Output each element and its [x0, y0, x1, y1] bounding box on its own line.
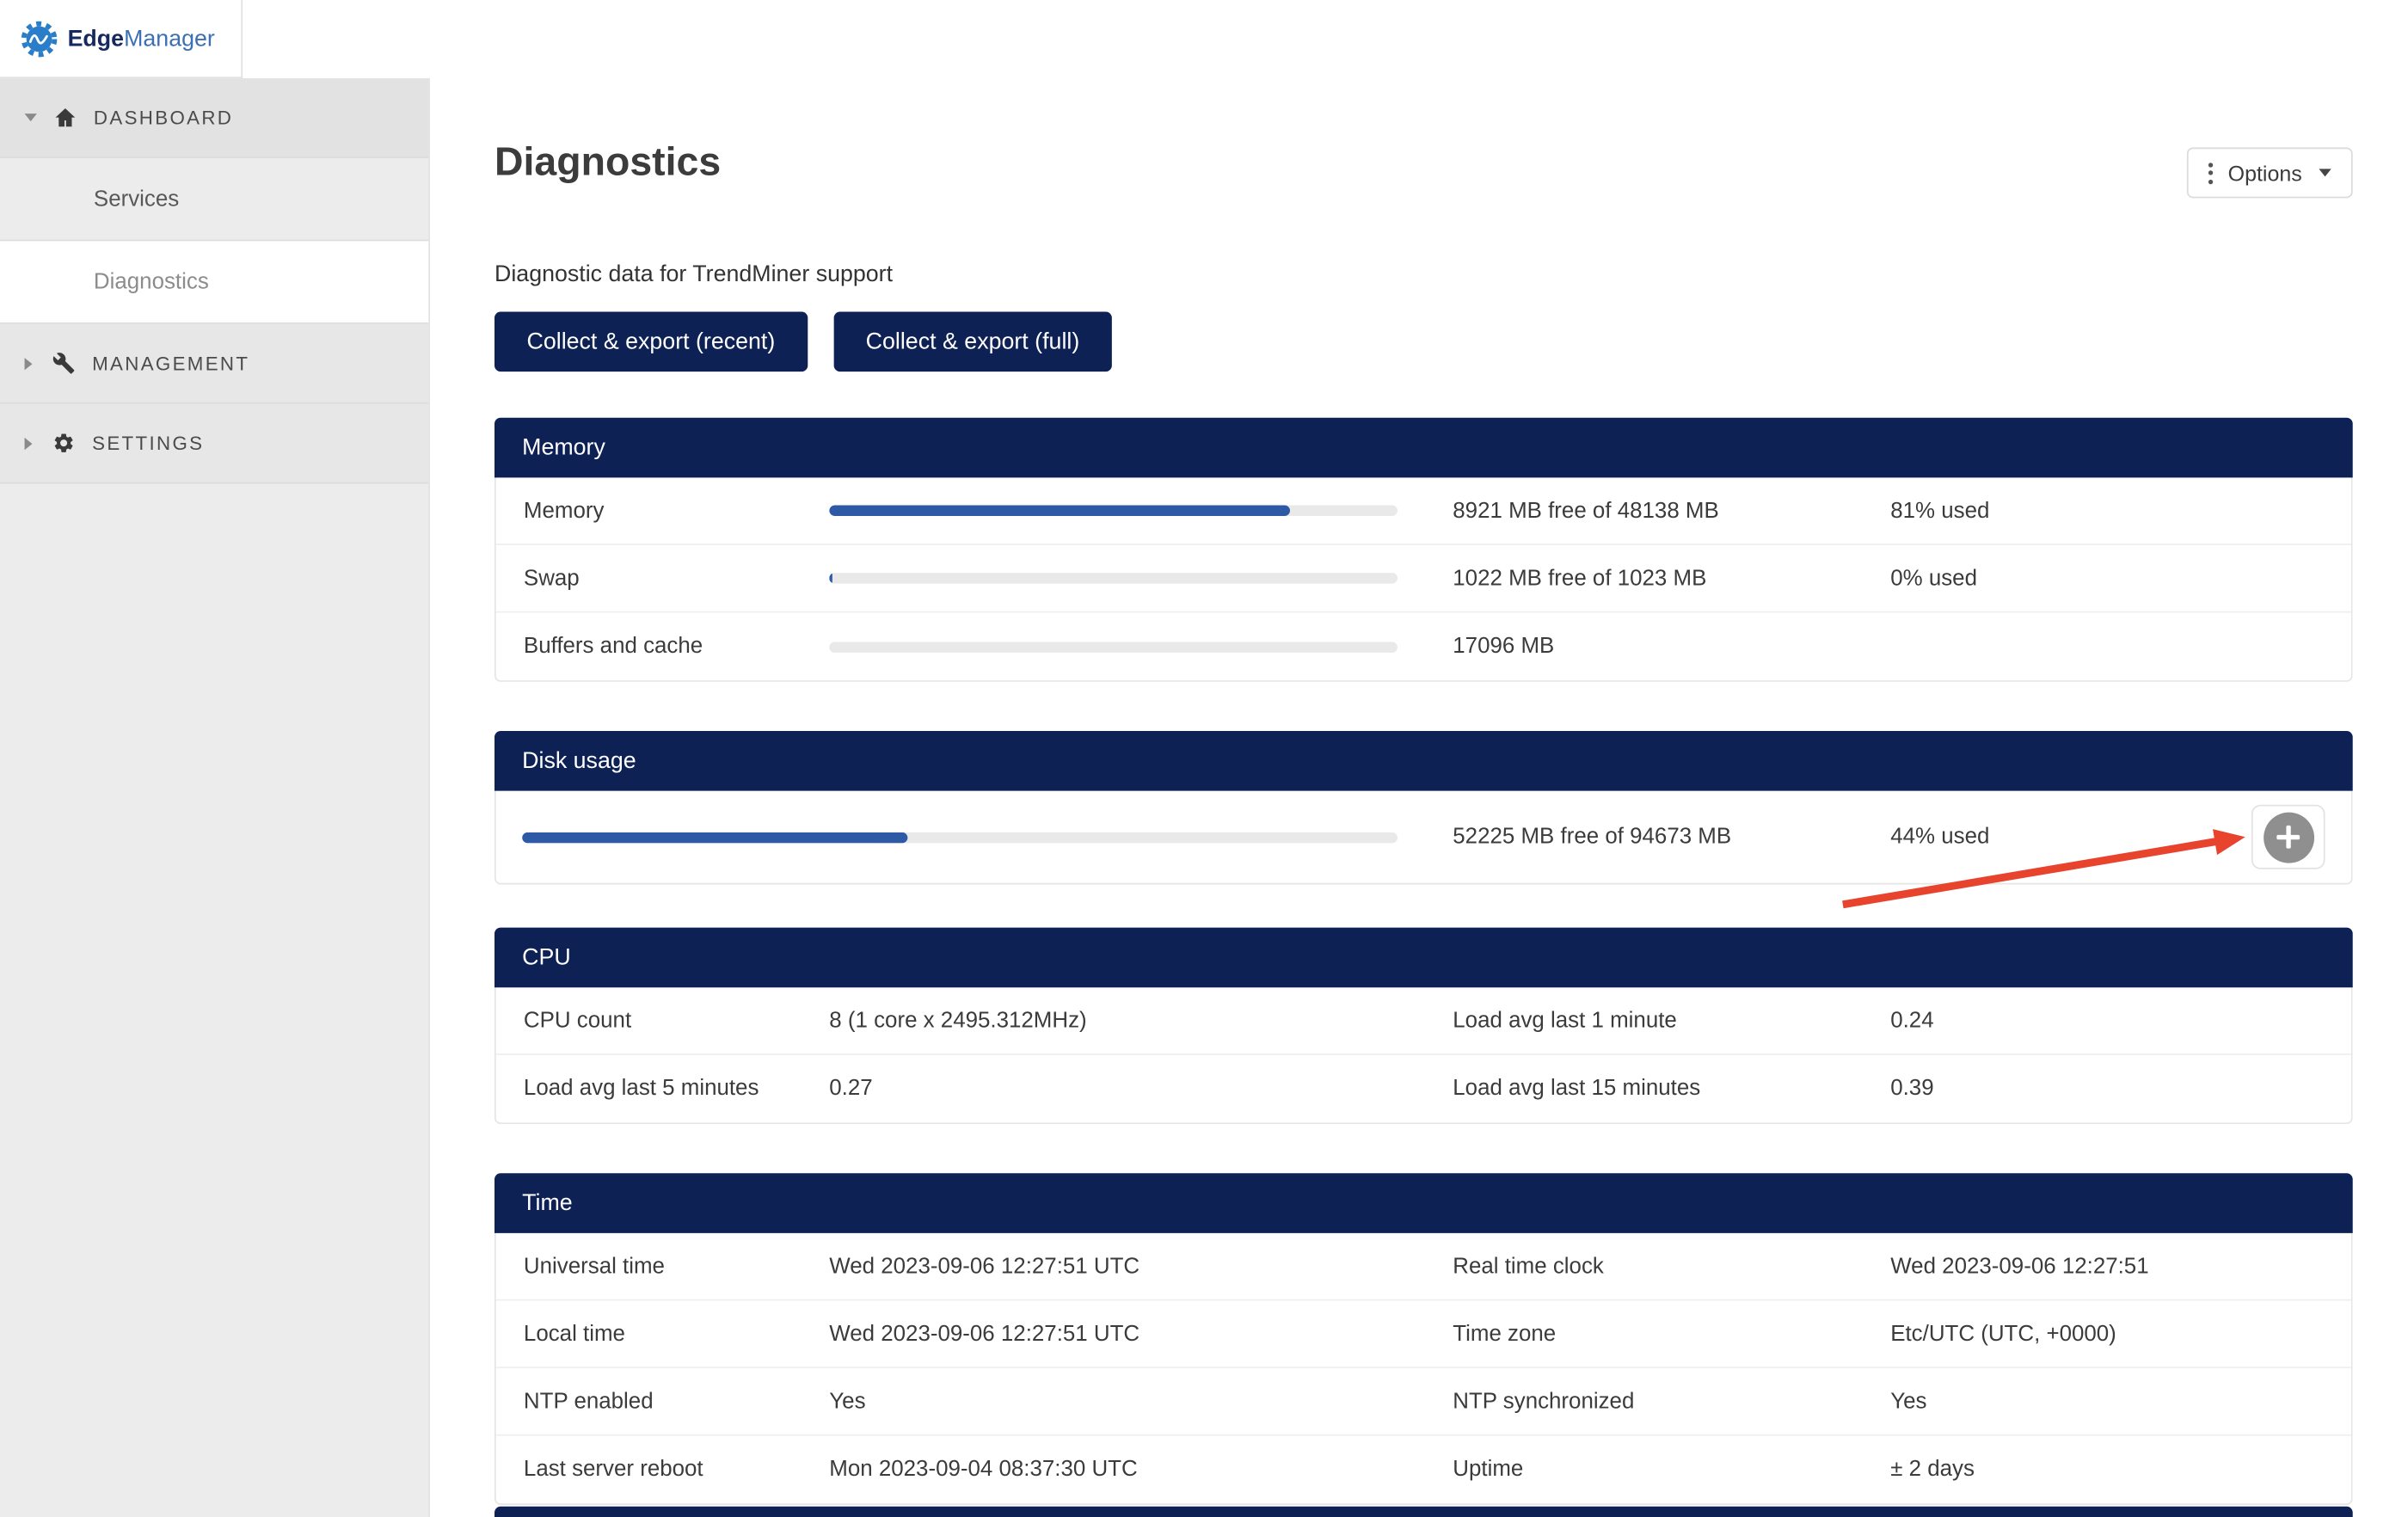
cpu-panel-header: CPU — [494, 928, 2353, 988]
row-value: ± 2 days — [1890, 1458, 2351, 1483]
intro-text: Diagnostic data for TrendMiner support — [494, 261, 893, 287]
row-value: Wed 2023-09-06 12:27:51 UTC — [829, 1322, 1453, 1347]
sidebar-item-settings[interactable]: SETTINGS — [0, 404, 428, 484]
app-logo[interactable]: EdgeManager — [0, 0, 243, 78]
options-button-label: Options — [2228, 161, 2302, 186]
row-label: Swap — [496, 566, 830, 591]
free-value: 1022 MB free of 1023 MB — [1453, 566, 1890, 591]
disk-progressbar — [522, 832, 1398, 843]
disk-usage-panel: Disk usage 52225 MB free of 94673 MB 44%… — [494, 733, 2353, 885]
row-value: 0.24 — [1890, 1008, 2351, 1033]
table-row: Load avg last 5 minutes 0.27 Load avg la… — [496, 1055, 2351, 1123]
row-label: NTP enabled — [496, 1389, 830, 1414]
collect-export-full-button[interactable]: Collect & export (full) — [833, 312, 1112, 372]
collect-export-recent-button[interactable]: Collect & export (recent) — [494, 312, 808, 372]
brand-name-secondary: Manager — [124, 25, 215, 51]
row-label: Buffers and cache — [496, 635, 830, 660]
table-row: CPU count 8 (1 core x 2495.312MHz) Load … — [496, 987, 2351, 1055]
export-actions: Collect & export (recent) Collect & expo… — [494, 312, 1112, 372]
time-panel-header: Time — [494, 1173, 2353, 1233]
table-row: NTP enabled Yes NTP synchronized Yes — [496, 1368, 2351, 1436]
table-row: Buffers and cache 17096 MB — [496, 613, 2351, 681]
vertical-dots-icon — [2208, 162, 2212, 183]
row-value: Mon 2023-09-04 08:37:30 UTC — [829, 1458, 1453, 1483]
gear-icon — [52, 432, 76, 455]
table-row: 52225 MB free of 94673 MB 44% used — [496, 791, 2351, 883]
sidebar-item-services[interactable]: Services — [0, 158, 428, 241]
progress-fill — [829, 573, 832, 584]
sidebar-item-label: Services — [94, 187, 179, 212]
sidebar: DASHBOARD Services Diagnostics MANAGEMEN… — [0, 78, 430, 1517]
row-label: Load avg last 15 minutes — [1453, 1077, 1890, 1102]
sidebar-item-diagnostics[interactable]: Diagnostics — [0, 241, 428, 323]
table-row: Memory 8921 MB free of 48138 MB 81% used — [496, 477, 2351, 545]
wrench-icon — [52, 352, 76, 375]
chevron-down-icon — [25, 114, 37, 121]
free-value: 8921 MB free of 48138 MB — [1453, 498, 1890, 523]
row-label: Universal time — [496, 1254, 830, 1279]
row-label: Memory — [496, 498, 830, 523]
row-label: Last server reboot — [496, 1458, 830, 1483]
row-value: 8 (1 core x 2495.312MHz) — [829, 1008, 1453, 1033]
main-content: Diagnostics Options Diagnostic data for … — [430, 0, 2408, 1517]
memory-panel: Memory Memory 8921 MB free of 48138 MB 8… — [494, 420, 2353, 682]
used-value: 0% used — [1890, 566, 2351, 591]
time-panel: Time Universal time Wed 2023-09-06 12:27… — [494, 1175, 2353, 1505]
row-label: Uptime — [1453, 1458, 1890, 1483]
disk-panel-header: Disk usage — [494, 731, 2353, 791]
sidebar-item-label: DASHBOARD — [94, 107, 233, 128]
used-value: 44% used — [1890, 825, 2197, 850]
sidebar-item-label: SETTINGS — [92, 433, 204, 454]
used-value: 81% used — [1890, 498, 2351, 523]
row-label: CPU count — [496, 1008, 830, 1033]
sidebar-item-dashboard[interactable]: DASHBOARD — [0, 78, 428, 158]
free-value: 52225 MB free of 94673 MB — [1453, 825, 1890, 850]
row-label: Local time — [496, 1322, 830, 1347]
buffers-progressbar — [829, 642, 1398, 653]
sidebar-item-management[interactable]: MANAGEMENT — [0, 324, 428, 404]
chevron-right-icon — [25, 357, 33, 369]
row-label: NTP synchronized — [1453, 1389, 1890, 1414]
row-label: Load avg last 1 minute — [1453, 1008, 1890, 1033]
free-value: 17096 MB — [1453, 635, 1890, 660]
gear-wave-logo-icon — [20, 19, 58, 58]
table-row: Local time Wed 2023-09-06 12:27:51 UTC T… — [496, 1301, 2351, 1369]
brand-name: EdgeManager — [68, 25, 215, 51]
row-value: 0.27 — [829, 1077, 1453, 1102]
table-row: Universal time Wed 2023-09-06 12:27:51 U… — [496, 1233, 2351, 1301]
chevron-right-icon — [25, 437, 33, 449]
sidebar-item-label: MANAGEMENT — [92, 353, 249, 374]
brand-name-primary: Edge — [68, 25, 125, 51]
next-panel-header-peek — [494, 1507, 2353, 1517]
row-value: Wed 2023-09-06 12:27:51 UTC — [829, 1254, 1453, 1279]
edgemanager-app: EdgeManager DASHBOARD Services Diagnosti… — [0, 0, 2408, 1517]
memory-panel-header: Memory — [494, 418, 2353, 478]
progress-fill — [829, 506, 1289, 517]
caret-down-icon — [2319, 169, 2331, 176]
row-value: Yes — [1890, 1389, 2351, 1414]
row-label: Load avg last 5 minutes — [496, 1077, 830, 1102]
cpu-panel: CPU CPU count 8 (1 core x 2495.312MHz) L… — [494, 929, 2353, 1124]
page-title: Diagnostics — [494, 138, 721, 186]
row-value: Etc/UTC (UTC, +0000) — [1890, 1322, 2351, 1347]
home-icon — [54, 106, 77, 129]
plus-icon — [2263, 812, 2313, 863]
options-button[interactable]: Options — [2186, 147, 2352, 198]
memory-progressbar — [829, 506, 1398, 517]
row-value: 0.39 — [1890, 1077, 2351, 1102]
sidebar-item-label: Diagnostics — [94, 269, 209, 294]
row-label: Time zone — [1453, 1322, 1890, 1347]
expand-disk-button[interactable] — [2251, 805, 2325, 869]
row-label: Real time clock — [1453, 1254, 1890, 1279]
table-row: Swap 1022 MB free of 1023 MB 0% used — [496, 545, 2351, 613]
row-value: Wed 2023-09-06 12:27:51 — [1890, 1254, 2351, 1279]
swap-progressbar — [829, 573, 1398, 584]
progress-fill — [522, 832, 907, 843]
row-value: Yes — [829, 1389, 1453, 1414]
table-row: Last server reboot Mon 2023-09-04 08:37:… — [496, 1436, 2351, 1504]
